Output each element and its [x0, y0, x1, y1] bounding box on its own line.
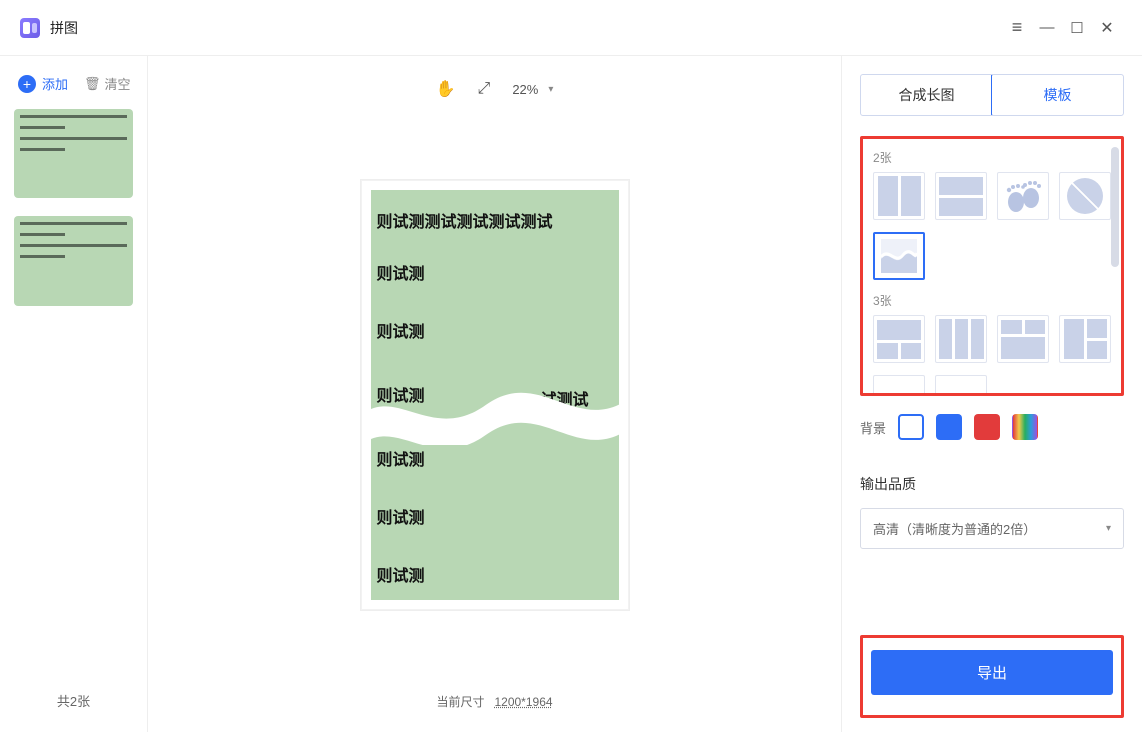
right-panel: 合成长图 模板 2张 3张: [842, 56, 1142, 732]
template-2-horizontal[interactable]: [935, 172, 987, 220]
thumbnail-2[interactable]: [14, 216, 133, 305]
canvas-dimensions[interactable]: 1200*1964: [494, 695, 552, 709]
close-button[interactable]: ✕: [1092, 18, 1122, 38]
clear-button[interactable]: 🗑 清空: [84, 74, 131, 93]
canvas-text: 则试测: [377, 318, 425, 342]
title-bar: 拼图 ≡ — ☐ ✕: [0, 0, 1142, 56]
template-3e[interactable]: ◪ ◪: [873, 375, 925, 396]
thumbnail-1[interactable]: [14, 109, 133, 198]
canvas-panel: ✋ ⤢ 22% ▾ 则试测测试测试测试测试 则试测 则试测 则试测 试测试: [148, 56, 842, 732]
template-2-wave[interactable]: [873, 232, 925, 280]
chevron-down-icon: ▾: [1106, 523, 1111, 534]
template-3c[interactable]: [997, 315, 1049, 363]
app-title: 拼图: [50, 18, 78, 38]
template-3b[interactable]: [935, 315, 987, 363]
bg-swatch-rainbow[interactable]: [1012, 414, 1038, 440]
bg-swatch-blue[interactable]: [936, 414, 962, 440]
minimize-button[interactable]: —: [1032, 19, 1062, 36]
scrollbar[interactable]: [1111, 147, 1119, 267]
sidebar: + 添加 🗑 清空 共2张: [0, 56, 148, 732]
maximize-button[interactable]: ☐: [1062, 19, 1092, 37]
template-3a[interactable]: [873, 315, 925, 363]
background-label: 背景: [860, 418, 886, 437]
section-label-3: 3张: [873, 292, 1111, 309]
template-2-feet[interactable]: [997, 172, 1049, 220]
tab-template[interactable]: 模板: [991, 74, 1124, 116]
trash-icon: 🗑: [84, 76, 101, 92]
section-label-2: 2张: [873, 149, 1111, 166]
bg-swatch-red[interactable]: [974, 414, 1000, 440]
image-count-label: 共2张: [0, 669, 147, 732]
canvas-text: 则试测: [377, 260, 425, 284]
fit-icon[interactable]: ⤢: [478, 80, 491, 98]
export-button[interactable]: 导出: [871, 650, 1113, 695]
pan-tool-icon[interactable]: ✋: [436, 79, 456, 99]
menu-icon[interactable]: ≡: [1002, 17, 1032, 38]
footer-prefix: 当前尺寸: [436, 695, 484, 709]
export-label: 导出: [977, 665, 1007, 682]
plus-icon: +: [18, 75, 36, 93]
export-highlight: 导出: [860, 635, 1124, 718]
zoom-dropdown[interactable]: 22% ▾: [512, 82, 553, 97]
canvas-text: 则试测: [377, 562, 425, 586]
bg-swatch-white[interactable]: [898, 414, 924, 440]
add-button[interactable]: + 添加: [18, 74, 68, 93]
clear-label: 清空: [105, 74, 131, 93]
canvas-text: 则试测: [377, 504, 425, 528]
canvas-content: 则试测测试测试测试测试 则试测 则试测 则试测 试测试 则试测 则试测 则试测: [371, 190, 619, 600]
quality-label: 输出品质: [860, 474, 1124, 494]
template-2-circle[interactable]: [1059, 172, 1111, 220]
background-row: 背景: [860, 414, 1124, 440]
canvas-footer: 当前尺寸 1200*1964: [148, 677, 841, 732]
template-3f[interactable]: — —: [935, 375, 987, 396]
tabs: 合成长图 模板: [860, 74, 1124, 116]
chevron-down-icon: ▾: [548, 84, 553, 95]
quality-select[interactable]: 高清（清晰度为普通的2倍） ▾: [860, 508, 1124, 549]
template-2-vertical[interactable]: [873, 172, 925, 220]
template-3d[interactable]: [1059, 315, 1111, 363]
templates-panel: 2张 3张 ◪ ◪: [860, 136, 1124, 396]
canvas-text: 则试测测试测试测试测试: [377, 208, 553, 232]
tab-longimage[interactable]: 合成长图: [861, 75, 992, 115]
canvas-frame[interactable]: 则试测测试测试测试测试 则试测 则试测 则试测 试测试 则试测 则试测 则试测: [360, 179, 630, 611]
add-label: 添加: [42, 74, 68, 93]
app-icon: [20, 18, 40, 38]
canvas-text: 则试测: [377, 446, 425, 470]
wave-divider: [371, 375, 619, 445]
quality-value: 高清（清晰度为普通的2倍）: [873, 519, 1036, 538]
zoom-label: 22%: [512, 82, 538, 97]
